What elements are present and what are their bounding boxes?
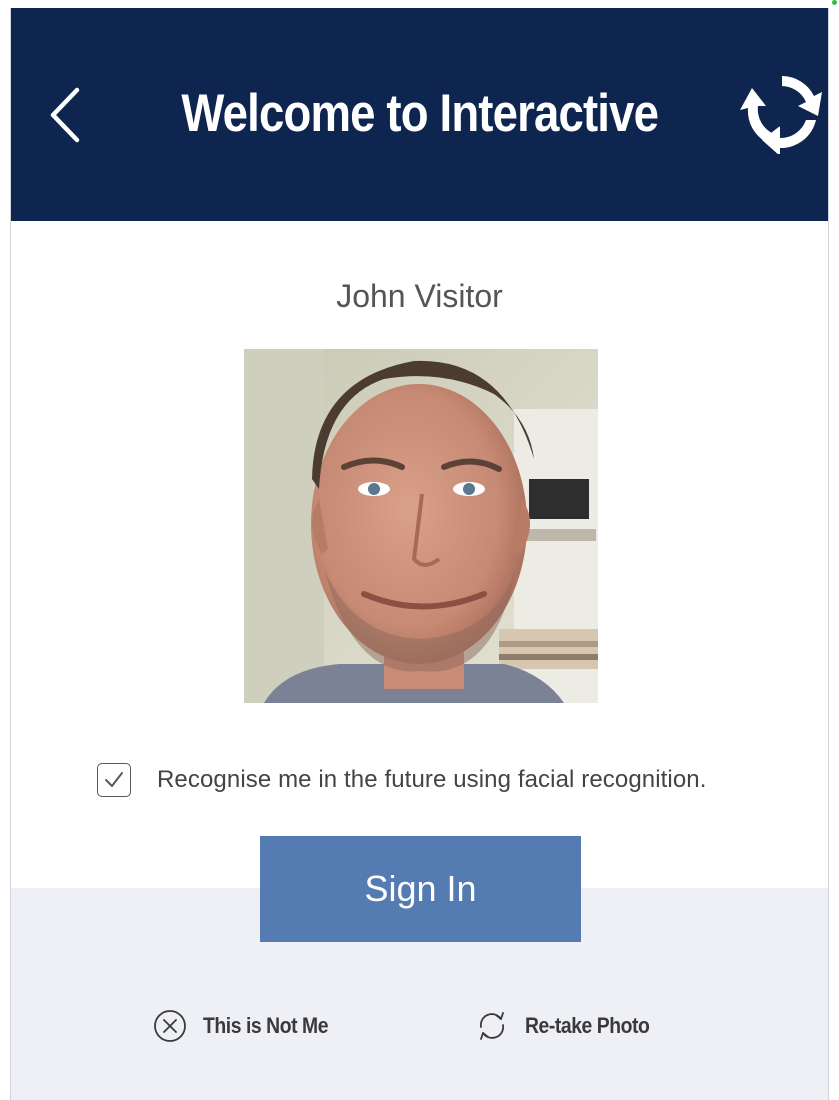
app-header: Welcome to Interactive (11, 8, 828, 221)
recycle-arrows-logo-icon (740, 76, 822, 156)
not-me-button[interactable]: This is Not Me (153, 1008, 345, 1044)
retake-photo-button[interactable]: Re-take Photo (475, 1008, 666, 1044)
not-me-label: This is Not Me (203, 1013, 329, 1038)
sign-in-button[interactable]: Sign In (260, 836, 581, 942)
visitor-photo (244, 349, 598, 703)
visitor-name: John Visitor (336, 278, 503, 314)
status-indicator-dot (832, 0, 837, 5)
facial-recognition-label: Recognise me in the future using facial … (157, 766, 707, 793)
checkmark-icon (105, 772, 123, 787)
brand-logo-button[interactable] (740, 70, 824, 156)
facial-recognition-checkbox[interactable] (97, 763, 131, 797)
retake-photo-label: Re-take Photo (525, 1013, 650, 1038)
page-title: Welcome to Interactive (181, 84, 659, 143)
facial-recognition-option[interactable]: Recognise me in the future using facial … (97, 760, 707, 800)
app-frame: Welcome to Interactive John Visitor Reco… (10, 8, 829, 1100)
circle-x-icon (153, 1009, 187, 1043)
refresh-icon (475, 1009, 509, 1043)
